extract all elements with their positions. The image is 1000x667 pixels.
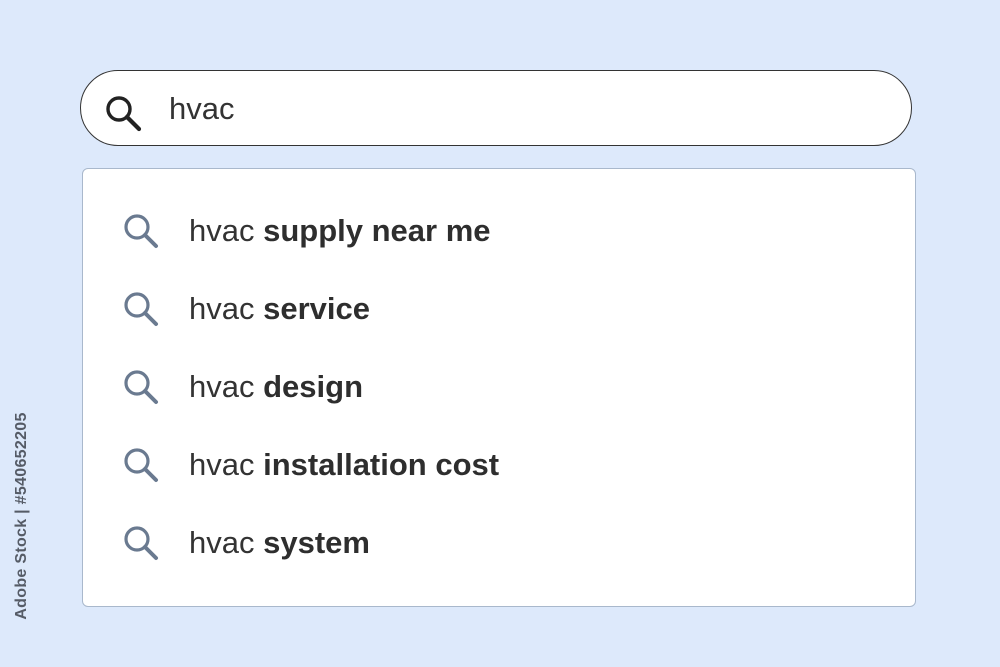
suggestion-prefix: hvac [189,369,264,404]
search-icon [124,214,158,248]
search-icon [124,448,158,482]
suggestion-text: hvac system [189,525,370,561]
suggestion-completion: design [263,369,364,404]
search-icon [124,526,158,560]
suggestion-completion: installation cost [263,447,500,482]
suggestion-text: hvac installation cost [189,447,499,483]
search-icon [124,292,158,326]
suggestion-item[interactable]: hvac design [83,357,915,417]
stock-watermark: Adobe Stock | #540652205 [2,412,42,619]
suggestion-completion: service [263,291,370,326]
suggestion-prefix: hvac [189,213,264,248]
suggestion-completion: system [263,525,370,560]
suggestion-prefix: hvac [189,291,264,326]
watermark-text: Adobe Stock | #540652205 [13,412,30,620]
page: hvac supply near me hvac service hvac de… [0,0,1000,667]
suggestion-item[interactable]: hvac installation cost [83,435,915,495]
search-icon [124,370,158,404]
suggestion-text: hvac service [189,291,370,327]
suggestion-text: hvac design [189,369,363,405]
search-icon[interactable] [103,93,143,133]
suggestion-item[interactable]: hvac system [83,513,915,573]
suggestion-text: hvac supply near me [189,213,491,249]
search-bar[interactable] [80,70,912,146]
suggestion-item[interactable]: hvac supply near me [83,201,915,261]
suggestion-prefix: hvac [189,525,264,560]
suggestions-dropdown: hvac supply near me hvac service hvac de… [82,168,916,607]
search-input[interactable] [169,87,869,131]
suggestion-prefix: hvac [189,447,264,482]
suggestion-completion: supply near me [263,213,491,248]
suggestion-item[interactable]: hvac service [83,279,915,339]
